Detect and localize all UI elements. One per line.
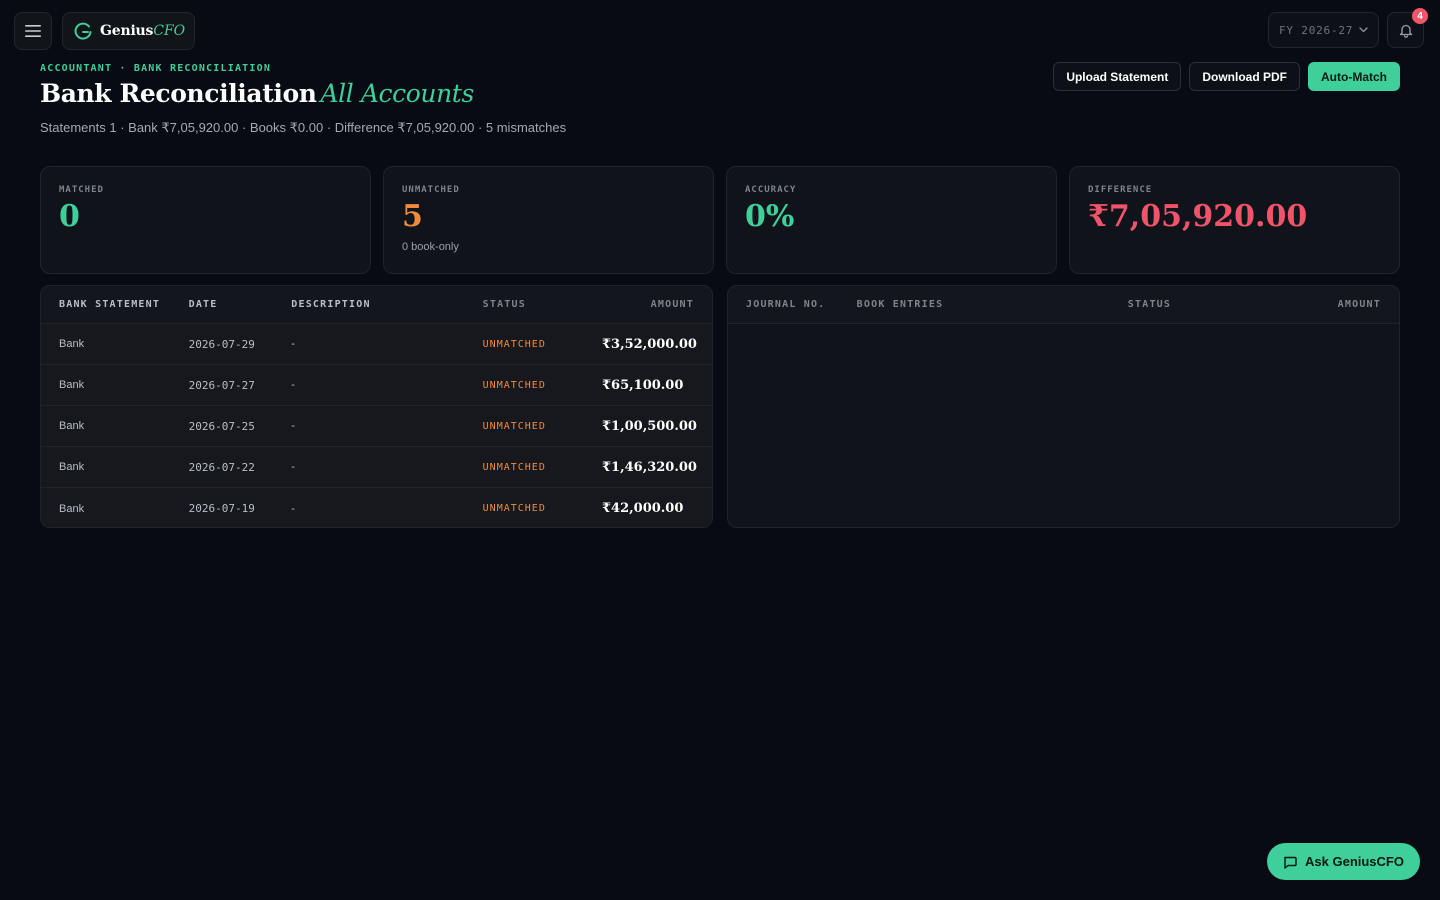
status-badge: UNMATCHED [482,420,546,432]
column-header-book-entries[interactable]: BOOK ENTRIES [857,299,1128,310]
upload-statement-button[interactable]: Upload Statement [1053,62,1182,91]
cell-source: Bank [59,502,85,515]
column-header-amount[interactable]: AMOUNT [570,299,712,310]
cell-source: Bank [59,379,85,391]
column-header-journal[interactable]: JOURNAL NO. [728,299,857,310]
cell-date: 2026-07-22 [188,460,255,474]
page-title: Bank Reconciliation All Accounts [40,79,474,108]
breadcrumb: ACCOUNTANT · BANK RECONCILIATION [40,63,272,74]
column-header-date[interactable]: DATE [189,299,292,310]
stat-label: UNMATCHED [402,185,460,195]
status-badge: UNMATCHED [482,379,546,391]
chat-bubble-icon [1284,856,1297,869]
cell-date: 2026-07-29 [188,337,255,351]
brand-logo[interactable]: Genius CFO [62,12,195,50]
logo-icon [74,22,92,40]
header-actions: Upload Statement Download PDF Auto-Match [1053,62,1400,91]
cell-date: 2026-07-25 [188,419,255,433]
cell-date: 2026-07-19 [188,502,255,515]
cell-description: - [291,502,295,515]
stat-value: 0 [59,199,80,234]
stat-card-unmatched: UNMATCHED 5 0 book-only [383,166,714,274]
column-header-source[interactable]: BANK STATEMENT [41,299,189,310]
cell-date: 2026-07-27 [188,378,255,392]
cell-amount: ₹42,000.00 [601,501,684,516]
hamburger-icon [25,25,41,37]
stat-label: ACCURACY [745,185,797,195]
column-header-amount[interactable]: AMOUNT [1247,299,1399,310]
table-row[interactable]: Bank 2026-07-25 - UNMATCHED ₹1,00,500.00 [41,406,712,447]
auto-match-button[interactable]: Auto-Match [1308,62,1400,91]
brand-name: Genius [100,23,154,39]
cell-source: Bank [59,338,85,350]
cell-source: Bank [59,420,85,432]
page-title-text: Bank Reconciliation [40,79,317,108]
stat-card-matched: MATCHED 0 [40,166,371,274]
cell-amount: ₹1,46,320.00 [601,459,697,475]
table-row[interactable]: Bank 2026-07-19 - UNMATCHED ₹42,000.00 [41,488,712,527]
page-title-accent: All Accounts [320,79,475,108]
status-badge: UNMATCHED [482,461,546,473]
fiscal-year-label: FY 2026-27 [1279,23,1354,37]
cell-source: Bank [59,461,85,473]
table-row[interactable]: Bank 2026-07-29 - UNMATCHED ₹3,52,000.00 [41,324,712,365]
cell-amount: ₹1,00,500.00 [601,418,697,434]
cell-description: - [291,379,295,391]
bell-icon [1399,24,1412,38]
status-badge: UNMATCHED [482,338,546,350]
column-header-status[interactable]: STATUS [1128,299,1248,310]
bank-statement-table: BANK STATEMENT DATE DESCRIPTION STATUS A… [40,285,713,528]
stat-value: ₹7,05,920.00 [1088,199,1308,234]
table-header: JOURNAL NO. BOOK ENTRIES STATUS AMOUNT [728,286,1399,324]
cell-amount: ₹65,100.00 [601,377,684,393]
book-entries-table: JOURNAL NO. BOOK ENTRIES STATUS AMOUNT [727,285,1400,528]
table-row[interactable]: Bank 2026-07-22 - UNMATCHED ₹1,46,320.00 [41,447,712,488]
stat-label: MATCHED [59,185,104,195]
chevron-down-icon [1359,27,1368,33]
stats-row: MATCHED 0 UNMATCHED 5 0 book-only ACCURA… [40,166,1400,274]
stat-value: 0% [745,199,795,234]
stat-subtext: 0 book-only [402,241,459,253]
notification-badge: 4 [1412,8,1428,24]
column-header-status[interactable]: STATUS [483,299,571,310]
stat-label: DIFFERENCE [1088,185,1153,195]
column-header-description[interactable]: DESCRIPTION [291,299,482,310]
cell-description: - [291,420,295,432]
brand-accent: CFO [153,23,186,39]
stat-value: 5 [402,199,423,234]
cell-description: - [291,338,295,350]
stat-card-difference: DIFFERENCE ₹7,05,920.00 [1069,166,1400,274]
reconciliation-summary: Statements 1 · Bank ₹7,05,920.00 · Books… [40,120,567,135]
table-header: BANK STATEMENT DATE DESCRIPTION STATUS A… [41,286,712,324]
cell-description: - [291,461,295,473]
status-badge: UNMATCHED [482,503,546,514]
download-pdf-button[interactable]: Download PDF [1189,62,1300,91]
table-row[interactable]: Bank 2026-07-27 - UNMATCHED ₹65,100.00 [41,365,712,406]
ask-assistant-label: Ask GeniusCFO [1305,854,1404,869]
ask-assistant-button[interactable]: Ask GeniusCFO [1267,843,1420,880]
fiscal-year-select[interactable]: FY 2026-27 [1268,12,1379,48]
menu-button[interactable] [14,12,52,50]
cell-amount: ₹3,52,000.00 [601,336,697,352]
stat-card-accuracy: ACCURACY 0% [726,166,1057,274]
